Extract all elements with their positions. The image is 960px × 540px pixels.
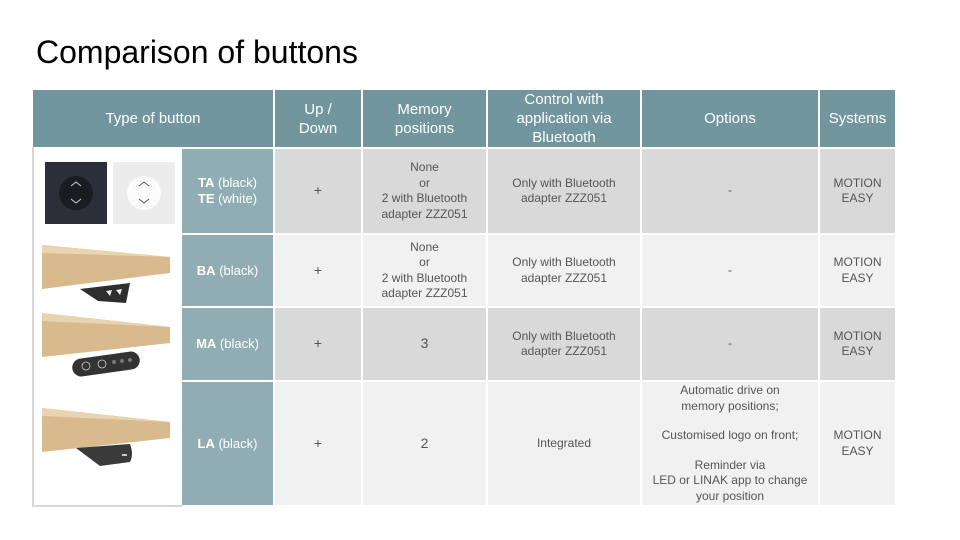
- up-down-cell: +: [275, 382, 361, 505]
- memory-cell: None or 2 with Bluetooth adapter ZZZ051: [363, 235, 486, 306]
- control-cell: Integrated: [488, 382, 640, 505]
- desk-ma-image: [42, 307, 172, 379]
- header-options: Options: [642, 90, 818, 147]
- button-code: TA: [198, 175, 215, 190]
- button-type-name: LA (black): [182, 382, 273, 505]
- button-color: (white): [214, 191, 258, 206]
- desk-la-image: [42, 402, 172, 472]
- control-cell: Only with Bluetooth adapter ZZZ051: [488, 149, 640, 233]
- button-code: BA: [196, 262, 216, 278]
- button-code: TE: [197, 191, 215, 206]
- up-down-cell: +: [275, 235, 361, 306]
- options-cell: -: [642, 308, 818, 380]
- button-code: MA: [196, 336, 217, 351]
- header-type-of-button: Type of button: [33, 90, 273, 147]
- button-type-name: TA (black) TE (white): [182, 149, 273, 233]
- button-color: (black): [214, 175, 257, 190]
- button-type-name: BA (black): [182, 235, 273, 306]
- header-systems: Systems: [820, 90, 895, 147]
- up-down-cell: +: [275, 308, 361, 380]
- memory-cell: None or 2 with Bluetooth adapter ZZZ051: [363, 149, 486, 233]
- control-cell: Only with Bluetooth adapter ZZZ051: [488, 235, 640, 306]
- button-color: (black): [216, 336, 259, 351]
- button-image-column: [32, 147, 182, 507]
- memory-cell: 3: [363, 308, 486, 380]
- page-title: Comparison of buttons: [36, 34, 358, 70]
- memory-cell: 2: [363, 382, 486, 505]
- round-button-image: [45, 162, 175, 226]
- options-cell: -: [642, 235, 818, 306]
- options-cell: Automatic drive on memory positions; Cus…: [642, 382, 818, 505]
- desk-ba-image: [42, 239, 172, 305]
- header-up-down: Up / Down: [275, 90, 361, 147]
- up-down-cell: +: [275, 149, 361, 233]
- systems-cell: MOTION EASY: [820, 308, 895, 380]
- systems-cell: MOTION EASY: [820, 382, 895, 505]
- button-code: LA: [197, 435, 215, 451]
- header-control-bluetooth: Control with application via Bluetooth: [488, 90, 640, 147]
- option-item: Reminder via LED or LINAK app to change …: [652, 457, 808, 503]
- button-color: (black): [215, 262, 259, 278]
- systems-cell: MOTION EASY: [820, 235, 895, 306]
- option-item: Customised logo on front;: [661, 428, 799, 442]
- options-cell: -: [642, 149, 818, 233]
- control-cell: Only with Bluetooth adapter ZZZ051: [488, 308, 640, 380]
- button-type-name: MA (black): [182, 308, 273, 380]
- button-color: (black): [214, 435, 258, 451]
- header-memory-positions: Memory positions: [363, 90, 486, 147]
- option-item: Automatic drive on memory positions;: [680, 383, 780, 413]
- systems-cell: MOTION EASY: [820, 149, 895, 233]
